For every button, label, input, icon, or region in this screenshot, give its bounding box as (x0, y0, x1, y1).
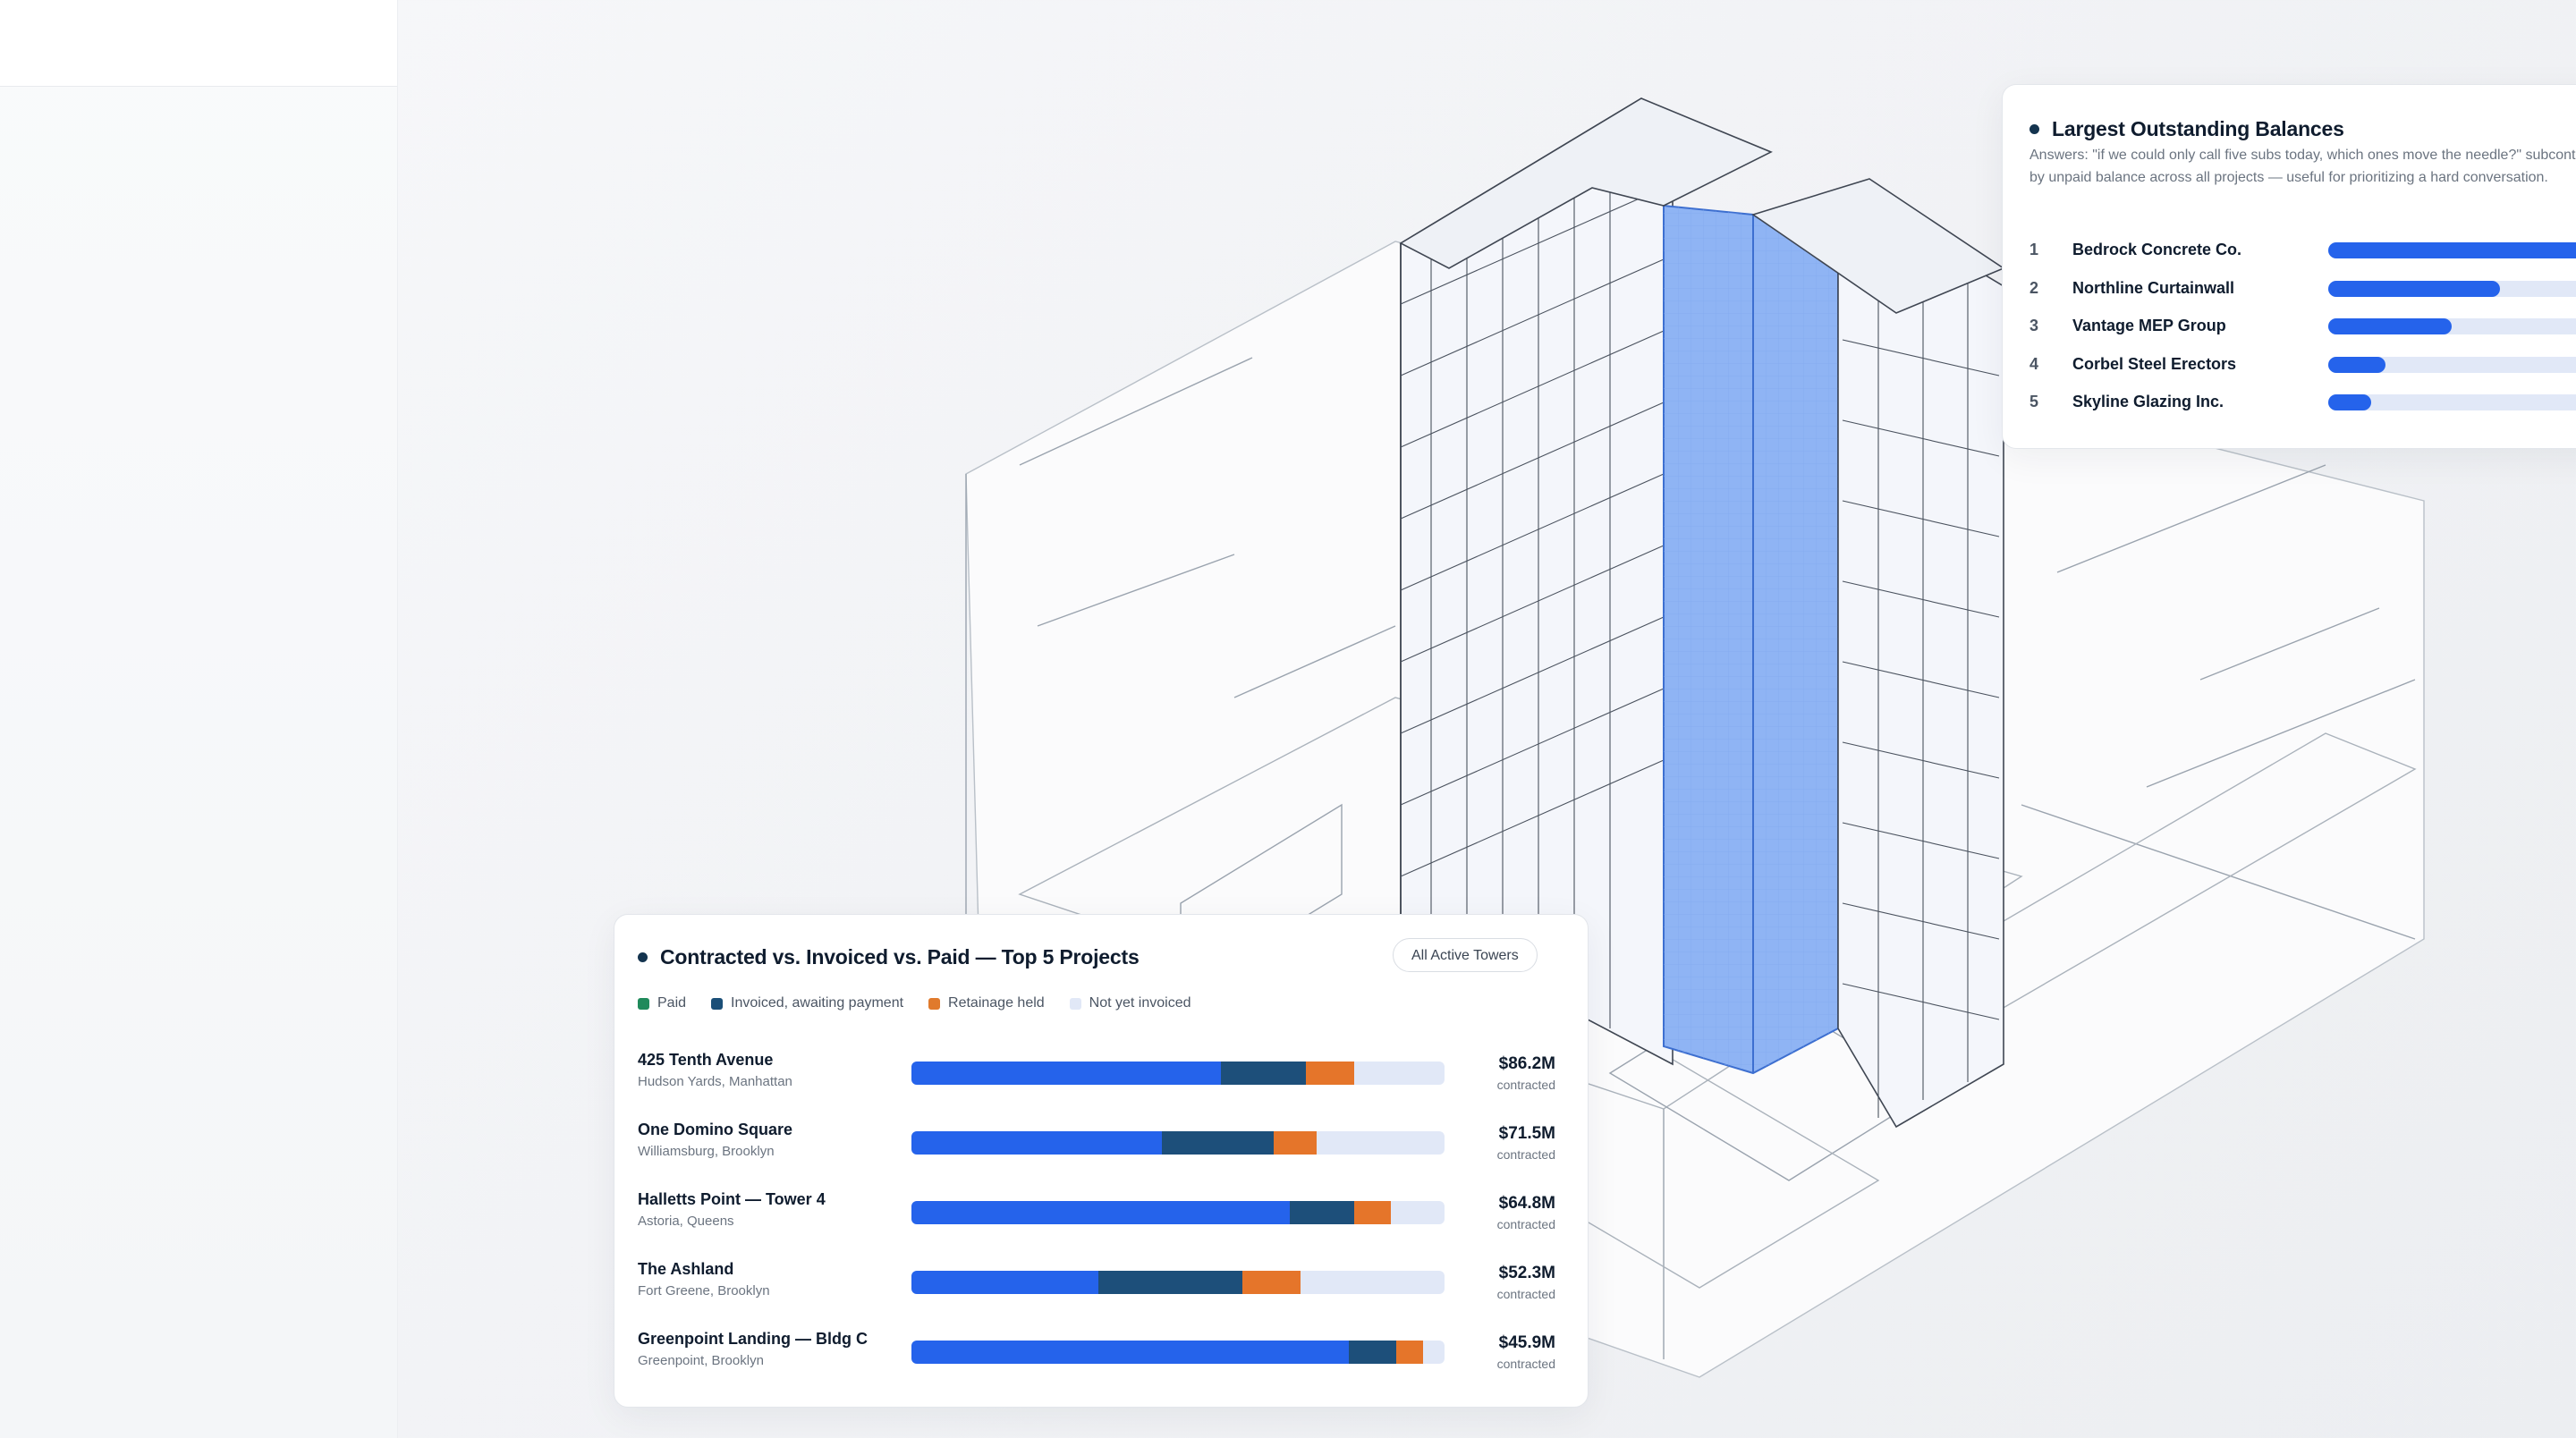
legend-label: Retainage held (948, 995, 1045, 1011)
subcontractor-name: Northline Curtainwall (2072, 278, 2235, 297)
bar-segment-invoiced (1220, 1062, 1307, 1085)
balance-bar-track (2328, 280, 2576, 297)
chart-legend: Paid Invoiced, awaiting payment Retainage … (638, 995, 1191, 1011)
legend-swatch (1069, 997, 1081, 1010)
project-stacked-bar (911, 1131, 1445, 1155)
bar-segment-paid (911, 1062, 1221, 1085)
project-location: Fort Greene, Brooklyn (638, 1283, 770, 1298)
bar-segment-paid (911, 1271, 1098, 1294)
bar-segment-retainage (1274, 1131, 1317, 1155)
project-row[interactable]: 425 Tenth Avenue Hudson Yards, Manhattan $… (638, 1051, 1568, 1095)
bar-segment-invoiced (1290, 1201, 1354, 1224)
project-stacked-bar (911, 1341, 1445, 1364)
bar-segment-retainage (1241, 1271, 1301, 1294)
project-name: Halletts Point — Tower 4 (638, 1190, 826, 1208)
bullet-icon (638, 952, 648, 962)
contract-value: $45.9M (1498, 1333, 1555, 1352)
balance-bar-track (2328, 394, 2576, 410)
contract-value-label: contracted (1496, 1147, 1555, 1162)
card-title: Contracted vs. Invoiced vs. Paid — Top 5… (660, 945, 1140, 969)
card-title: Largest Outstanding Balances (2052, 117, 2344, 140)
contract-value-label: contracted (1496, 1078, 1555, 1092)
project-row[interactable]: The Ashland Fort Greene, Brooklyn $52.3M co… (638, 1260, 1568, 1305)
contract-value-label: contracted (1496, 1287, 1555, 1301)
balance-bar-fill (2328, 394, 2371, 410)
legend-swatch (711, 997, 724, 1010)
project-name: 425 Tenth Avenue (638, 1051, 774, 1069)
balance-rank: 1 (2029, 241, 2039, 258)
legend-label: Not yet invoiced (1089, 995, 1191, 1011)
bar-segment-paid (911, 1131, 1163, 1155)
balance-bar-fill (2328, 356, 2385, 373)
bar-segment-paid (911, 1201, 1291, 1224)
project-name: Greenpoint Landing — Bldg C (638, 1330, 868, 1348)
contract-value: $64.8M (1498, 1194, 1555, 1213)
tower-filter-button[interactable]: All Active Towers (1393, 938, 1538, 972)
balance-row[interactable]: 3 Vantage MEP Group (2029, 315, 2576, 336)
outstanding-balances-card: Largest Outstanding Balances Answers: "i… (2002, 84, 2576, 449)
contract-value-label: contracted (1496, 1357, 1555, 1371)
legend-label: Paid (657, 995, 687, 1011)
balance-rank: 2 (2029, 278, 2039, 297)
balance-bar-track (2328, 318, 2576, 334)
balance-bar-fill (2328, 318, 2452, 334)
contract-value: $86.2M (1498, 1054, 1555, 1073)
project-location: Astoria, Queens (638, 1214, 734, 1229)
project-location: Williamsburg, Brooklyn (638, 1144, 775, 1159)
balances-header: Largest Outstanding Balances (2029, 117, 2344, 141)
project-stacked-bar (911, 1271, 1445, 1294)
balance-row[interactable]: 1 Bedrock Concrete Co. (2029, 239, 2576, 260)
projects-chart-card: Contracted vs. Invoiced vs. Paid — Top 5… (614, 914, 1589, 1408)
bar-segment-retainage (1353, 1201, 1392, 1224)
balance-bar-fill (2328, 242, 2576, 258)
legend-label: Invoiced, awaiting payment (731, 995, 904, 1011)
subcontractor-name: Skyline Glazing Inc. (2072, 393, 2224, 410)
project-row[interactable]: Greenpoint Landing — Bldg C Greenpoint, B… (638, 1330, 1568, 1375)
bar-segment-invoiced (1162, 1131, 1275, 1155)
project-stacked-bar (911, 1201, 1445, 1224)
contract-value-label: contracted (1496, 1217, 1555, 1231)
bar-segment-paid (911, 1341, 1349, 1364)
bar-segment-retainage (1306, 1062, 1354, 1085)
legend-item: Retainage held (928, 995, 1045, 1011)
balance-rank: 4 (2029, 354, 2039, 373)
legend-swatch (928, 997, 941, 1010)
balance-bar-track (2328, 356, 2576, 373)
legend-item: Paid (638, 995, 686, 1011)
balance-row[interactable]: 5 Skyline Glazing Inc. (2029, 391, 2576, 412)
project-stacked-bar (911, 1062, 1445, 1085)
project-name: One Domino Square (638, 1121, 793, 1138)
contract-value: $52.3M (1498, 1264, 1555, 1282)
balance-bar-fill (2328, 280, 2500, 297)
balance-rank: 5 (2029, 393, 2039, 410)
balance-rank: 3 (2029, 317, 2039, 334)
card-description: Answers: "if we could only call five sub… (2029, 148, 2576, 185)
bar-segment-invoiced (1097, 1271, 1242, 1294)
balance-row[interactable]: 4 Corbel Steel Erectors (2029, 353, 2576, 375)
contract-value: $71.5M (1498, 1124, 1555, 1143)
subcontractor-name: Bedrock Concrete Co. (2072, 241, 2242, 258)
project-location: Hudson Yards, Manhattan (638, 1074, 792, 1089)
bar-segment-retainage (1396, 1341, 1424, 1364)
balance-bar-track (2328, 242, 2576, 258)
legend-item: Not yet invoiced (1069, 995, 1191, 1011)
bar-segment-invoiced (1348, 1341, 1397, 1364)
project-row[interactable]: One Domino Square Williamsburg, Brooklyn $… (638, 1121, 1568, 1165)
balance-row[interactable]: 2 Northline Curtainwall (2029, 277, 2576, 299)
project-location: Greenpoint, Brooklyn (638, 1353, 764, 1368)
legend-item: Invoiced, awaiting payment (711, 995, 903, 1011)
project-row[interactable]: Halletts Point — Tower 4 Astoria, Queens $… (638, 1190, 1568, 1235)
projects-header: Contracted vs. Invoiced vs. Paid — Top 5… (638, 945, 1140, 969)
project-name: The Ashland (638, 1260, 734, 1278)
subcontractor-name: Corbel Steel Erectors (2072, 354, 2237, 373)
bullet-icon (2029, 124, 2039, 134)
subcontractor-name: Vantage MEP Group (2072, 317, 2226, 334)
legend-swatch (638, 997, 649, 1010)
